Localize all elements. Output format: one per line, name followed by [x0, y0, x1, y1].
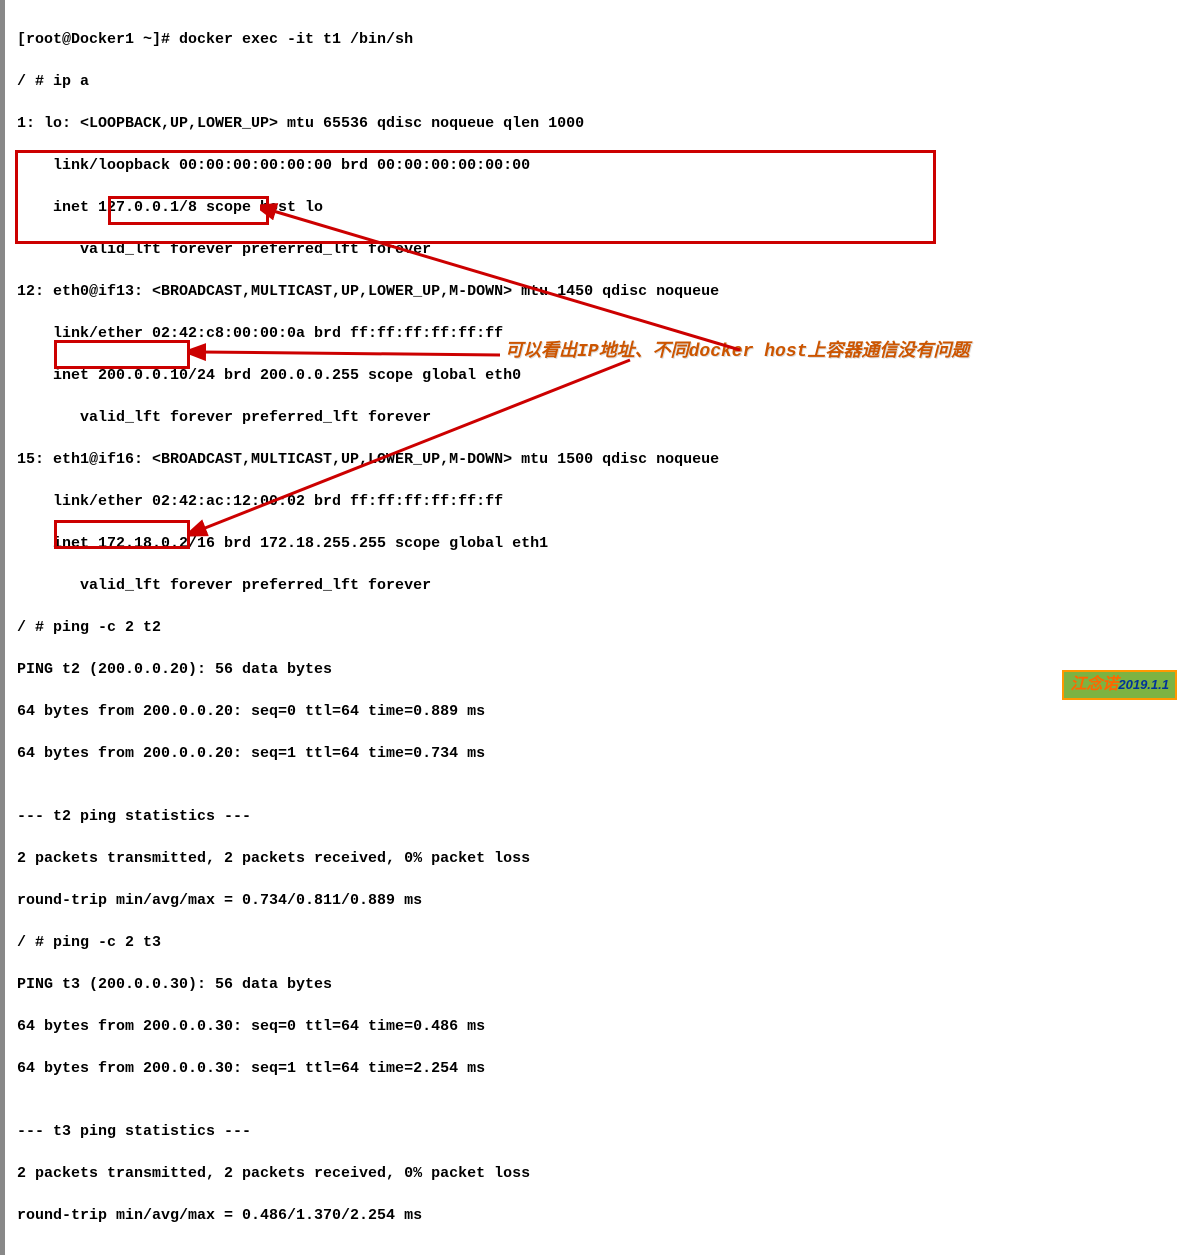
terminal-line: inet 127.0.0.1/8 scope host lo	[17, 197, 1175, 218]
terminal-line: 2 packets transmitted, 2 packets receive…	[17, 1163, 1175, 1184]
terminal-line: PING t3 (200.0.0.30): 56 data bytes	[17, 974, 1175, 995]
terminal-line: --- t2 ping statistics ---	[17, 806, 1175, 827]
terminal-line: inet 200.0.0.10/24 brd 200.0.0.255 scope…	[17, 365, 1175, 386]
terminal-line: link/loopback 00:00:00:00:00:00 brd 00:0…	[17, 155, 1175, 176]
terminal-line: 64 bytes from 200.0.0.30: seq=1 ttl=64 t…	[17, 1058, 1175, 1079]
terminal-line: link/ether 02:42:ac:12:00:02 brd ff:ff:f…	[17, 491, 1175, 512]
terminal-line: 64 bytes from 200.0.0.20: seq=1 ttl=64 t…	[17, 743, 1175, 764]
terminal-line: inet 172.18.0.2/16 brd 172.18.255.255 sc…	[17, 533, 1175, 554]
watermark-name: 江念诺	[1070, 676, 1118, 693]
watermark: 江念诺2019.1.1	[1062, 670, 1177, 700]
terminal-line: 64 bytes from 200.0.0.30: seq=0 ttl=64 t…	[17, 1016, 1175, 1037]
terminal-line: --- t3 ping statistics ---	[17, 1121, 1175, 1142]
terminal-line: 1: lo: <LOOPBACK,UP,LOWER_UP> mtu 65536 …	[17, 113, 1175, 134]
annotation-text: 可以看出IP地址、不同docker host上容器通信没有问题	[505, 340, 969, 365]
terminal-line: / # ip a	[17, 71, 1175, 92]
terminal-line: / # ping -c 2 t2	[17, 617, 1175, 638]
terminal-line: round-trip min/avg/max = 0.734/0.811/0.8…	[17, 890, 1175, 911]
watermark-date: 2019.1.1	[1118, 677, 1169, 692]
terminal-line: [root@Docker1 ~]# docker exec -it t1 /bi…	[17, 29, 1175, 50]
terminal-line: valid_lft forever preferred_lft forever	[17, 407, 1175, 428]
terminal-line: / # ping -c 2 t3	[17, 932, 1175, 953]
terminal-line: PING t2 (200.0.0.20): 56 data bytes	[17, 659, 1175, 680]
terminal-line: 15: eth1@if16: <BROADCAST,MULTICAST,UP,L…	[17, 449, 1175, 470]
terminal-line: 12: eth0@if13: <BROADCAST,MULTICAST,UP,L…	[17, 281, 1175, 302]
terminal-line: 64 bytes from 200.0.0.20: seq=0 ttl=64 t…	[17, 701, 1175, 722]
terminal-line: valid_lft forever preferred_lft forever	[17, 239, 1175, 260]
terminal-line: 2 packets transmitted, 2 packets receive…	[17, 848, 1175, 869]
terminal-output: [root@Docker1 ~]# docker exec -it t1 /bi…	[0, 0, 1187, 1255]
terminal-line: round-trip min/avg/max = 0.486/1.370/2.2…	[17, 1205, 1175, 1226]
terminal-line: valid_lft forever preferred_lft forever	[17, 575, 1175, 596]
